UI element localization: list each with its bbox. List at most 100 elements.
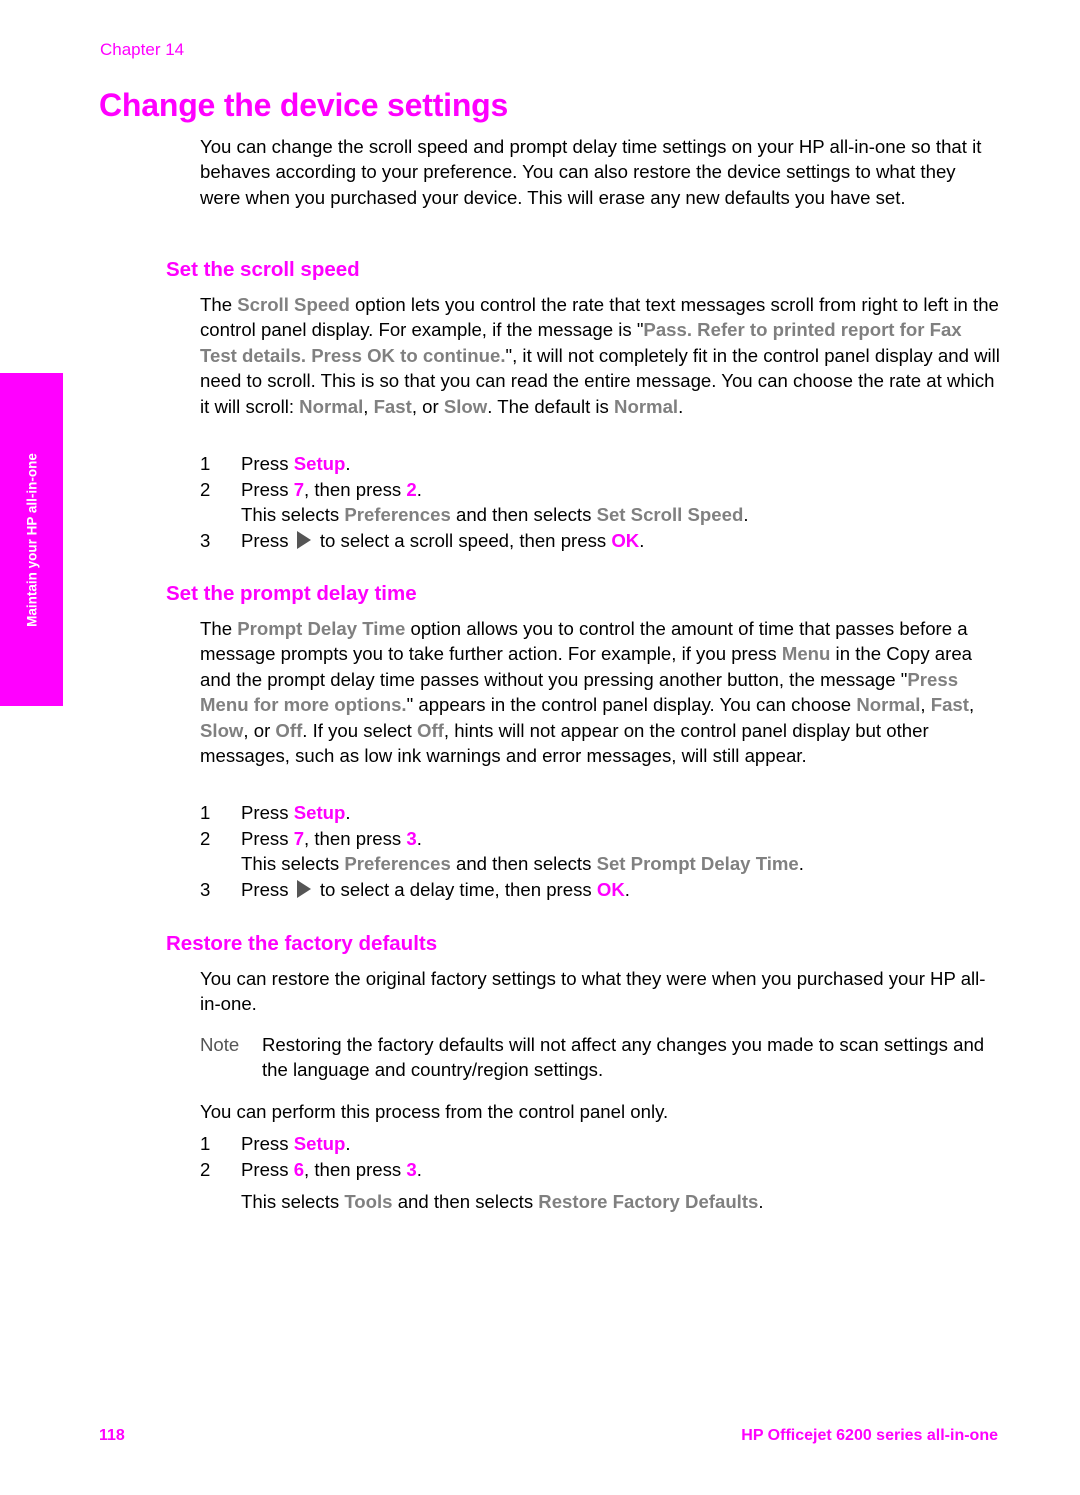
- key-name: 3: [406, 828, 417, 849]
- step-text: Press Setup.: [241, 1131, 351, 1156]
- step-text: Press to select a delay time, then press…: [241, 877, 630, 902]
- section-heading-prompt-delay: Set the prompt delay time: [166, 582, 417, 605]
- text: This selects: [241, 1191, 345, 1212]
- step-number: 2: [200, 1159, 211, 1180]
- text: This selects: [241, 504, 345, 525]
- scroll-speed-paragraph: The Scroll Speed option lets you control…: [200, 292, 1000, 419]
- prompt-delay-paragraph: The Prompt Delay Time option allows you …: [200, 616, 1000, 768]
- chapter-label: Chapter 14: [100, 40, 185, 59]
- text: . The default is: [487, 395, 615, 417]
- step-result: This selects Preferences and then select…: [241, 502, 748, 527]
- key-name: 3: [406, 1159, 417, 1180]
- text: Press: [241, 879, 294, 900]
- text: Press: [241, 828, 294, 849]
- side-tab-label-main: Maintain your HP: [24, 512, 39, 627]
- text: , then press: [304, 1159, 407, 1180]
- text: and then selects: [450, 504, 597, 525]
- step-text: Press Setup.: [241, 451, 351, 476]
- text: .: [345, 1133, 351, 1154]
- menu-name: Set Prompt Delay Time: [596, 853, 799, 874]
- text: , or: [411, 395, 444, 417]
- text: .: [743, 504, 749, 525]
- text: and then selects: [392, 1191, 539, 1212]
- right-arrow-icon: [296, 531, 311, 549]
- factory-intro-paragraph: You can restore the original factory set…: [200, 968, 986, 1015]
- option-value: Normal: [614, 395, 679, 417]
- text: .: [345, 802, 351, 823]
- note-text: Restoring the factory defaults will not …: [262, 1034, 985, 1081]
- page-number: 118: [99, 1427, 125, 1444]
- key-name: OK: [596, 879, 625, 900]
- text: .: [345, 453, 351, 474]
- key-name: OK: [611, 530, 640, 551]
- text: Press: [241, 453, 294, 474]
- right-arrow-icon: [296, 880, 311, 898]
- side-tab-label-product: all-in-one: [24, 452, 39, 513]
- step-text: Press 7, then press 2.: [241, 477, 422, 502]
- side-tab: Maintain your HP all-in-one: [0, 373, 63, 706]
- option-name: Prompt Delay Time: [237, 618, 406, 639]
- key-name: 7: [293, 828, 305, 849]
- text: .: [416, 479, 422, 500]
- section-heading-factory-defaults: Restore the factory defaults: [166, 932, 438, 955]
- step-number: 1: [200, 1133, 211, 1154]
- text: .: [678, 395, 684, 417]
- key-name: 2: [406, 479, 417, 500]
- text: .: [624, 879, 630, 900]
- product-name: HP Officejet 6200 series all-in-one: [741, 1427, 998, 1444]
- key-name: Setup: [293, 453, 346, 474]
- step-number: 3: [200, 530, 211, 551]
- step-result: This selects Tools and then selects Rest…: [241, 1189, 764, 1214]
- text: Press: [241, 1133, 294, 1154]
- step-number: 1: [200, 802, 211, 823]
- text: , then press: [304, 479, 407, 500]
- text: .: [639, 530, 645, 551]
- menu-name: Set Scroll Speed: [596, 504, 744, 525]
- menu-name: Preferences: [344, 853, 451, 874]
- text: ,: [920, 694, 931, 716]
- text: ,: [968, 694, 975, 716]
- text: The: [200, 294, 238, 315]
- menu-name: Restore Factory Defaults: [538, 1191, 759, 1212]
- step-number: 3: [200, 879, 211, 900]
- step-number: 2: [200, 828, 211, 849]
- text: Press: [241, 802, 294, 823]
- step-text: Press to select a scroll speed, then pre…: [241, 528, 644, 553]
- step-result: This selects Preferences and then select…: [241, 851, 804, 876]
- text: , or: [243, 719, 276, 741]
- option-value: Off: [275, 719, 303, 741]
- step-text: Press 7, then press 3.: [241, 826, 422, 851]
- option-value: Normal: [299, 395, 364, 417]
- text: and then selects: [450, 853, 597, 874]
- step-number: 1: [200, 453, 211, 474]
- option-value: Normal: [856, 694, 921, 716]
- text: Press: [241, 530, 294, 551]
- text: .: [798, 853, 804, 874]
- step-text: Press 6, then press 3.: [241, 1157, 422, 1182]
- option-value: Fast: [373, 395, 412, 417]
- intro-paragraph: You can change the scroll speed and prom…: [200, 136, 982, 208]
- text: Press: [241, 1159, 294, 1180]
- text: " appears in the control panel display. …: [406, 694, 857, 716]
- text: , then press: [304, 828, 407, 849]
- text: . If you select: [302, 719, 417, 741]
- key-name: Setup: [293, 802, 346, 823]
- text: ,: [363, 395, 374, 417]
- text: to select a delay time, then press: [314, 879, 597, 900]
- key-name: 6: [293, 1159, 305, 1180]
- step-number: 2: [200, 479, 211, 500]
- text: .: [416, 828, 422, 849]
- option-value: Fast: [930, 694, 969, 716]
- text: to select a scroll speed, then press: [314, 530, 612, 551]
- page-title: Change the device settings: [99, 87, 509, 123]
- key-name: Setup: [293, 1133, 346, 1154]
- option-name: Scroll Speed: [237, 294, 350, 315]
- option-value: Off: [417, 719, 444, 741]
- option-value: Slow: [200, 719, 244, 741]
- side-tab-label: Maintain your HP all-in-one: [24, 453, 39, 627]
- step-text: Press Setup.: [241, 800, 351, 825]
- control-panel-only-text: You can perform this process from the co…: [200, 1101, 669, 1122]
- text: .: [758, 1191, 764, 1212]
- key-name: Menu: [781, 643, 831, 665]
- menu-name: Tools: [344, 1191, 393, 1212]
